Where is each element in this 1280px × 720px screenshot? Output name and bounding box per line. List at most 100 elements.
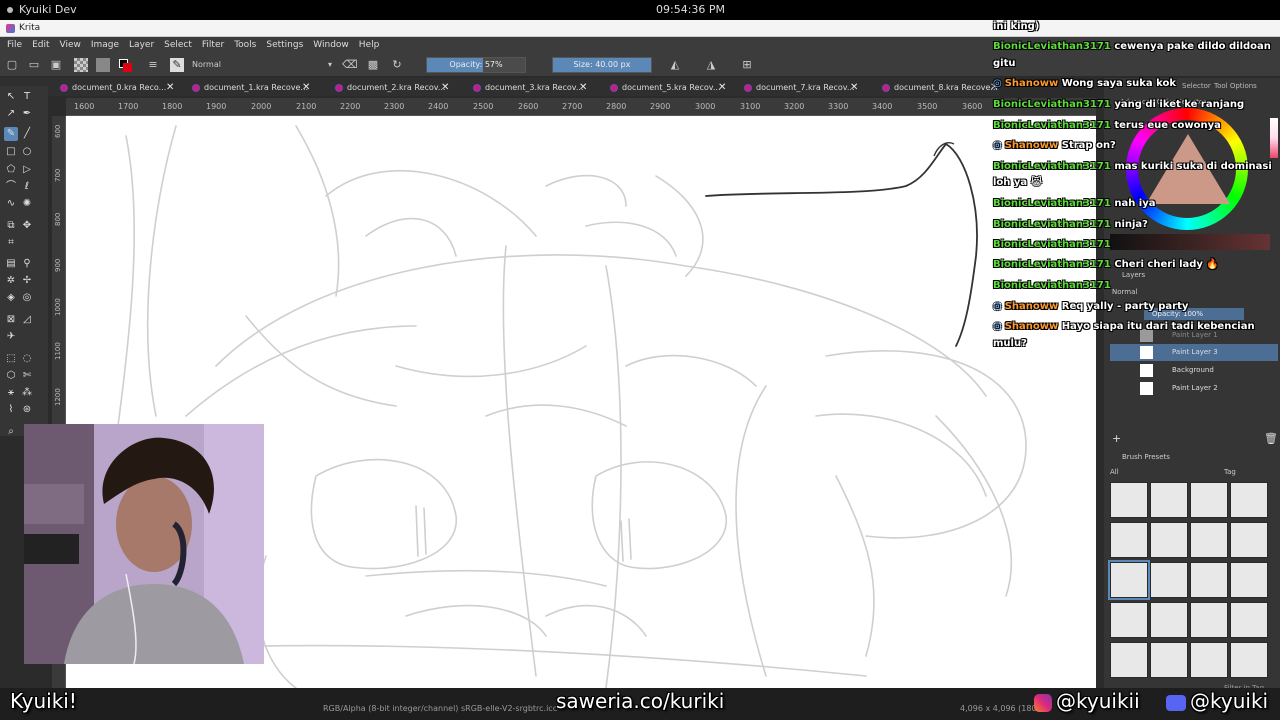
menu-filter[interactable]: Filter (202, 40, 224, 50)
size-slider[interactable]: Size: 40.00 px (552, 57, 652, 73)
menu-settings[interactable]: Settings (266, 40, 303, 50)
polygon-select-icon[interactable]: ⬡ (4, 369, 18, 383)
layer-row[interactable]: Background (1110, 362, 1278, 379)
tab-document-1[interactable]: document_1.kra Recove... ✕ (190, 80, 310, 95)
menu-help[interactable]: Help (359, 40, 380, 50)
fg-bg-color-icon[interactable] (118, 58, 132, 72)
layer-row[interactable]: Paint Layer 2 (1110, 380, 1278, 397)
brush-preset[interactable] (1230, 522, 1268, 558)
ellipse-tool-icon[interactable]: ○ (20, 145, 34, 159)
brush-preset[interactable] (1150, 562, 1188, 598)
brush-preset[interactable] (1150, 482, 1188, 518)
bezier-tool-icon[interactable]: ⌒ (4, 180, 18, 194)
reload-preset-icon[interactable]: ↻ (390, 58, 404, 72)
brush-filter-select[interactable]: All (1110, 468, 1210, 476)
brush-preset[interactable] (1230, 602, 1268, 638)
zoom-tool-icon[interactable]: ⌕ (4, 425, 18, 439)
wrap-around-icon[interactable]: ⊞ (740, 58, 754, 72)
move-tool-icon[interactable]: ✥ (20, 219, 34, 233)
brush-preset[interactable] (1190, 642, 1228, 678)
pattern-swatch-icon[interactable] (96, 58, 110, 72)
delete-layer-icon[interactable]: 🗑 (1264, 432, 1278, 445)
menu-tools[interactable]: Tools (234, 40, 256, 50)
ruler-tool-icon[interactable]: ◿ (20, 313, 34, 327)
rect-select-icon[interactable]: ⬚ (4, 352, 18, 366)
close-icon[interactable]: ✕ (718, 80, 726, 95)
contiguous-select-icon[interactable]: ⚹ (4, 386, 18, 400)
add-layer-icon[interactable]: + (1112, 432, 1121, 445)
tab-document-0[interactable]: document_0.kra Reco... ✕ (58, 80, 174, 95)
close-icon[interactable]: ✕ (302, 80, 310, 95)
menu-edit[interactable]: Edit (32, 40, 49, 50)
edit-shapes-icon[interactable]: ↗ (4, 107, 18, 121)
measure-tool-icon[interactable]: ⊠ (4, 313, 18, 327)
brush-preset[interactable] (1190, 602, 1228, 638)
gradient-swatch-icon[interactable] (74, 58, 88, 72)
brush-preset[interactable] (1150, 522, 1188, 558)
tag-select[interactable]: Tag (1224, 468, 1236, 476)
menu-file[interactable]: File (7, 40, 22, 50)
opacity-slider[interactable]: Opacity: 57% (426, 57, 526, 73)
line-tool-icon[interactable]: ╱ (20, 127, 34, 141)
polygon-tool-icon[interactable]: ⬠ (4, 163, 18, 177)
brush-preset[interactable] (1110, 642, 1148, 678)
crop-tool-icon[interactable]: ⌗ (4, 236, 18, 250)
enclose-fill-icon[interactable]: ◎ (20, 291, 34, 305)
text-tool-icon[interactable]: T (20, 90, 34, 104)
brush-preset[interactable] (1230, 642, 1268, 678)
eraser-icon[interactable]: ⌫ (342, 58, 358, 72)
outline-select-icon[interactable]: ✄ (20, 369, 34, 383)
rectangle-tool-icon[interactable]: □ (4, 145, 18, 159)
close-icon[interactable]: ✕ (579, 80, 587, 95)
brush-preset[interactable] (1190, 562, 1228, 598)
close-icon[interactable]: ✕ (441, 80, 449, 95)
brush-preset[interactable] (1150, 602, 1188, 638)
preserve-alpha-icon[interactable]: ▩ (366, 58, 380, 72)
brush-preset-icon[interactable]: ✎ (170, 58, 184, 72)
brush-preset[interactable] (1150, 642, 1188, 678)
freehand-path-icon[interactable]: ℓ (20, 180, 34, 194)
brush-preset[interactable] (1190, 522, 1228, 558)
new-document-icon[interactable]: ▢ (5, 58, 19, 72)
assistant-tool-icon[interactable]: ✢ (20, 274, 34, 288)
brush-preset[interactable] (1110, 522, 1148, 558)
gradient-tool-icon[interactable]: ▤ (4, 257, 18, 271)
menu-select[interactable]: Select (164, 40, 192, 50)
transform-tool-icon[interactable]: ⧉ (4, 219, 18, 233)
magnetic-select-icon[interactable]: ⊛ (20, 403, 34, 417)
dynamic-brush-icon[interactable]: ∿ (4, 197, 18, 211)
tab-document-2[interactable]: document_2.kra Recov... ✕ (333, 80, 449, 95)
smart-patch-icon[interactable]: ✲ (4, 274, 18, 288)
menu-layer[interactable]: Layer (129, 40, 154, 50)
save-icon[interactable]: ▣ (49, 58, 63, 72)
mirror-vertical-icon[interactable]: ◮ (704, 58, 718, 72)
brush-preset-selected[interactable] (1108, 560, 1150, 600)
select-shapes-icon[interactable]: ↖ (4, 90, 18, 104)
brush-settings-icon[interactable]: ≡ (146, 58, 160, 72)
close-icon[interactable]: ✕ (850, 80, 858, 95)
ellipse-select-icon[interactable]: ◌ (20, 352, 34, 366)
freehand-brush-icon[interactable]: ✎ (4, 127, 18, 141)
brush-preset[interactable] (1230, 562, 1268, 598)
multibrush-icon[interactable]: ✺ (20, 197, 34, 211)
reference-tool-icon[interactable]: ✈ (4, 330, 18, 344)
fill-tool-icon[interactable]: ◈ (4, 291, 18, 305)
menu-view[interactable]: View (60, 40, 81, 50)
similar-select-icon[interactable]: ⁂ (20, 386, 34, 400)
calligraphy-icon[interactable]: ✒ (20, 107, 34, 121)
menu-image[interactable]: Image (91, 40, 119, 50)
color-picker-icon[interactable]: ⚲ (20, 257, 34, 271)
blend-mode-select[interactable]: Normal (188, 57, 336, 73)
tab-document-5[interactable]: document_5.kra Recov... ✕ (608, 80, 726, 95)
tab-document-8[interactable]: document_8.kra Recove... ✕ (880, 80, 998, 95)
tab-document-3[interactable]: document_3.kra Recov... ✕ (471, 80, 587, 95)
close-icon[interactable]: ✕ (166, 80, 174, 95)
menu-window[interactable]: Window (313, 40, 349, 50)
tab-document-7[interactable]: document_7.kra Recov... ✕ (742, 80, 858, 95)
brush-preset[interactable] (1110, 482, 1148, 518)
brush-preset[interactable] (1110, 602, 1148, 638)
brush-preset[interactable] (1230, 482, 1268, 518)
polyline-tool-icon[interactable]: ▷ (20, 163, 34, 177)
mirror-horizontal-icon[interactable]: ◭ (668, 58, 682, 72)
bezier-select-icon[interactable]: ⌇ (4, 403, 18, 417)
